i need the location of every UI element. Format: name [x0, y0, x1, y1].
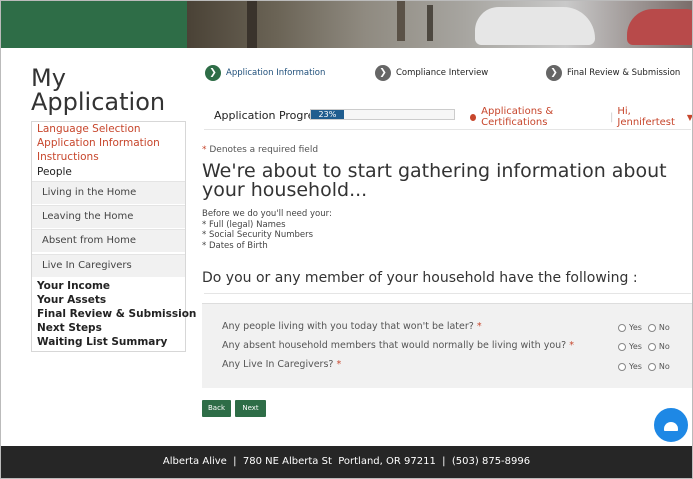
caret-down-icon[interactable]: ▼	[687, 113, 693, 122]
step-application-information[interactable]: ❯ Application Information	[205, 64, 325, 82]
sidebar-section-income[interactable]: Your Income	[37, 280, 110, 292]
radio-no[interactable]	[647, 323, 656, 332]
chevron-right-icon: ❯	[546, 65, 562, 81]
question-3: Any Live In Caregivers? *	[222, 359, 342, 370]
divider	[204, 129, 691, 130]
divider	[204, 293, 691, 294]
notification-button[interactable]	[652, 406, 690, 444]
sidebar-item-absent-home[interactable]: Absent from Home	[32, 229, 185, 252]
footer-text: Alberta Alive | 780 NE Alberta St Portla…	[162, 456, 531, 467]
sidebar-section-people[interactable]: People	[37, 166, 72, 178]
required-note: * Denotes a required field	[202, 145, 319, 155]
chevron-right-icon: ❯	[375, 65, 391, 81]
applications-link[interactable]: Applications & Certifications	[481, 106, 606, 128]
question-2: Any absent household members that would …	[222, 340, 574, 351]
sidebar-item-leaving-home[interactable]: Leaving the Home	[32, 205, 185, 228]
radio-yes[interactable]	[618, 323, 626, 332]
page-heading: We're about to start gathering informati…	[202, 160, 667, 201]
intro-text: Before we do you'll need your: * Full (l…	[202, 209, 332, 251]
question-1-options: Yes No	[618, 323, 670, 332]
radio-yes[interactable]	[618, 362, 626, 371]
sidebar-link-language[interactable]: Language Selection	[37, 123, 141, 135]
sidebar-section-assets[interactable]: Your Assets	[37, 294, 106, 306]
header-banner-photo	[187, 1, 692, 48]
radio-yes[interactable]	[618, 342, 626, 351]
header-brand-area	[1, 1, 187, 48]
step-label: Application Information	[226, 68, 326, 78]
chevron-right-icon: ❯	[205, 65, 221, 81]
bell-icon	[664, 421, 678, 431]
next-button[interactable]: Next	[235, 400, 266, 417]
radio-no[interactable]	[647, 342, 656, 351]
sidebar-section-final-review[interactable]: Final Review & Submission	[37, 308, 196, 320]
step-label: Final Review & Submission	[567, 68, 681, 78]
step-compliance-interview[interactable]: ❯ Compliance Interview	[375, 64, 488, 82]
radio-no[interactable]	[647, 362, 656, 371]
sidebar-link-instructions[interactable]: Instructions	[37, 151, 99, 163]
step-label: Compliance Interview	[396, 68, 489, 78]
sidebar-title: My Application	[31, 64, 166, 116]
sidebar-item-living-in-home[interactable]: Living in the Home	[32, 181, 185, 204]
sidebar-item-live-in-caregivers[interactable]: Live In Caregivers	[32, 254, 185, 277]
bullet-icon	[470, 113, 477, 121]
progress-bar: 23%	[310, 109, 455, 120]
question-heading: Do you or any member of your household h…	[202, 270, 638, 286]
sidebar-link-application-info[interactable]: Application Information	[37, 137, 160, 149]
top-nav: Applications & Certifications | Hi, Jenn…	[470, 106, 693, 128]
back-button[interactable]: Back	[202, 400, 231, 417]
question-1: Any people living with you today that wo…	[222, 321, 482, 332]
step-final-review[interactable]: ❯ Final Review & Submission	[546, 64, 680, 82]
user-menu[interactable]: Hi, Jennifertest	[617, 106, 682, 128]
sidebar-section-next-steps[interactable]: Next Steps	[37, 322, 102, 334]
question-3-options: Yes No	[618, 362, 670, 371]
question-2-options: Yes No	[618, 342, 670, 351]
progress-fill: 23%	[311, 110, 344, 119]
footer: Alberta Alive | 780 NE Alberta St Portla…	[1, 446, 692, 478]
sidebar-section-waiting-list[interactable]: Waiting List Summary	[37, 336, 167, 348]
